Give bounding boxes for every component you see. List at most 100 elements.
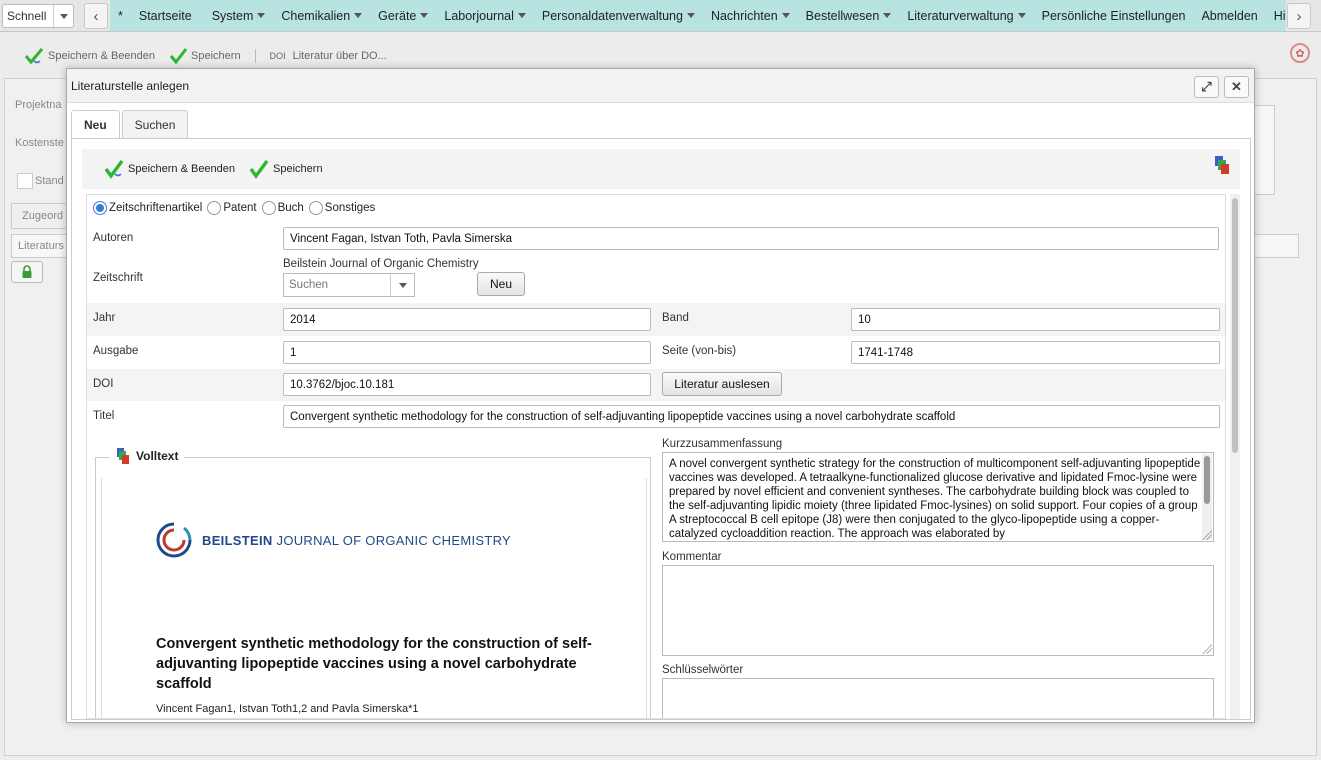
menu-item[interactable]: Bestellwesen (798, 0, 900, 31)
menu-item[interactable]: Chemikalien (273, 0, 370, 31)
journal-search-combo[interactable]: Suchen (283, 273, 415, 297)
save-close-button[interactable]: Speichern & Beenden (104, 159, 235, 179)
literature-type-option[interactable]: Zeitschriftenartikel (93, 201, 202, 215)
close-button[interactable]: ✕ (1224, 76, 1249, 98)
menu-item-label: Personaldatenverwaltung (541, 8, 683, 23)
title-row: Titel Convergent synthetic methodology f… (87, 401, 1225, 433)
check-icon (104, 159, 124, 179)
pages-label: Seite (von-bis) (662, 345, 737, 357)
menu-item[interactable]: Nachrichten (703, 0, 798, 31)
save-button[interactable]: Speichern (249, 159, 323, 179)
bg-tab[interactable]: Zugeord (11, 203, 71, 229)
bg-label-projekt: Projektna (15, 99, 62, 111)
menu-item-label: Persönliche Einstellungen (1041, 8, 1186, 23)
literature-form: Zeitschriftenartikel Patent Buch Sonstiges … (86, 194, 1226, 719)
expand-icon: ⤢ (1201, 79, 1212, 94)
documents-icon[interactable] (1214, 155, 1230, 175)
documents-icon[interactable] (116, 447, 130, 465)
menu-item[interactable]: Literaturverwaltung (899, 0, 1033, 31)
comment-textarea[interactable] (662, 565, 1214, 656)
chevron-right-icon: › (1296, 7, 1302, 25)
nav-scroll-left-button[interactable]: ‹ (84, 3, 108, 29)
pages-input[interactable]: 1741-1748 (851, 341, 1220, 364)
abstract-label: Kurzzusammenfassung (662, 438, 783, 450)
radio-button[interactable] (93, 201, 107, 215)
page-save-close-button[interactable]: Speichern & Beenden (24, 47, 155, 65)
toolbar-divider (254, 49, 256, 63)
menu-item[interactable]: * (110, 0, 131, 31)
nav-scroll-right-button[interactable]: › (1287, 3, 1311, 29)
quick-select-value: Schnell (7, 9, 47, 23)
menu-item[interactable]: Hilfe (1266, 0, 1286, 31)
radio-button[interactable] (261, 201, 276, 215)
journal-new-button[interactable]: Neu (477, 272, 525, 296)
menu-item[interactable]: Abmelden (1193, 0, 1265, 31)
fulltext-legend: Volltext (110, 447, 185, 465)
doi-input[interactable]: 10.3762/bjoc.10.181 (283, 373, 651, 396)
authors-label: Autoren (93, 232, 134, 244)
maximize-button[interactable]: ⤢ (1194, 76, 1219, 98)
issue-label: Ausgabe (93, 345, 139, 357)
page-doi-button[interactable]: DOI Literatur über DO... (270, 50, 387, 62)
literature-type-option[interactable]: Sonstiges (308, 201, 375, 215)
radio-button[interactable] (308, 201, 323, 215)
abstract-textarea[interactable]: A novel convergent synthetic strategy fo… (662, 452, 1214, 542)
tab-panel-new: Speichern & Beenden Speichern Zeitschrif… (71, 138, 1251, 720)
volume-label: Band (662, 312, 689, 324)
tab-new[interactable]: Neu (71, 110, 120, 139)
comment-label: Kommentar (662, 551, 722, 563)
fulltext-pdf-preview[interactable]: BEILSTEIN JOURNAL OF ORGANIC CHEMISTRY C… (101, 478, 647, 718)
chevron-left-icon: ‹ (93, 7, 99, 25)
chevron-down-icon (257, 13, 266, 18)
menu-item[interactable]: Laborjournal (436, 0, 534, 31)
journal-search-input[interactable]: Suchen (284, 279, 390, 291)
chevron-down-icon[interactable] (53, 5, 73, 27)
keywords-textarea[interactable] (662, 678, 1214, 718)
lock-button[interactable] (11, 261, 43, 283)
literature-type-option[interactable]: Buch (261, 201, 304, 215)
fulltext-fieldset: Volltext BEILSTEIN JOURNAL OF ORGANIC CH… (95, 447, 651, 718)
year-input[interactable]: 2014 (283, 308, 651, 331)
volume-input[interactable]: 10 (851, 308, 1220, 331)
resize-handle-icon[interactable] (1202, 644, 1212, 654)
chevron-down-icon (883, 13, 892, 18)
abstract-text: A novel convergent synthetic strategy fo… (669, 458, 1201, 540)
title-input[interactable]: Convergent synthetic methodology for the… (283, 405, 1220, 428)
menu-item[interactable]: Persönliche Einstellungen (1034, 0, 1194, 31)
journal-logo: BEILSTEIN JOURNAL OF ORGANIC CHEMISTRY (156, 522, 511, 558)
read-literature-button[interactable]: Literatur auslesen (662, 372, 782, 396)
page-doi-label: Literatur über DO... (292, 50, 387, 62)
page-save-button[interactable]: Speichern (169, 47, 241, 65)
menu-item[interactable]: Geräte (370, 0, 436, 31)
authors-input[interactable]: Vincent Fagan, Istvan Toth, Pavla Simers… (283, 227, 1219, 250)
preview-paper-title: Convergent synthetic methodology for the… (156, 636, 592, 692)
doi-icon: DOI (269, 51, 286, 61)
tab-search[interactable]: Suchen (121, 110, 189, 138)
help-circle-icon[interactable]: ✿ (1290, 43, 1310, 63)
journal-logo-text: BEILSTEIN JOURNAL OF ORGANIC CHEMISTRY (202, 532, 511, 548)
literature-type-option[interactable]: Patent (207, 201, 257, 215)
title-label: Titel (93, 410, 115, 422)
bg-checkbox[interactable] (17, 173, 33, 189)
issue-input[interactable]: 1 (283, 341, 651, 364)
form-scrollbar[interactable] (1230, 194, 1240, 719)
chevron-down-icon (781, 13, 790, 18)
journal-label: Zeitschrift (93, 272, 143, 284)
abstract-scrollbar[interactable] (1202, 454, 1212, 540)
menu-item[interactable]: Personaldatenverwaltung (534, 0, 703, 31)
page-save-close-label: Speichern & Beenden (48, 50, 156, 62)
quick-select[interactable]: Schnell (2, 4, 74, 28)
form-scrollbar-thumb[interactable] (1232, 198, 1238, 453)
issue-pages-row: Ausgabe 1 Seite (von-bis) 1741-1748 (87, 336, 1225, 369)
chevron-down-icon[interactable] (390, 274, 414, 296)
keywords-label: Schlüsselwörter (662, 664, 744, 676)
save-label: Speichern (273, 163, 323, 175)
radio-button[interactable] (207, 201, 222, 215)
menu-item[interactable]: Startseite (131, 0, 200, 31)
resize-handle-icon[interactable] (1202, 530, 1212, 540)
menu-item[interactable]: System (204, 0, 274, 31)
dialog-toolbar: Speichern & Beenden Speichern (82, 149, 1240, 189)
literature-type-label: Patent (223, 202, 257, 214)
doi-label: DOI (93, 378, 114, 390)
literature-type-label: Buch (277, 202, 304, 214)
